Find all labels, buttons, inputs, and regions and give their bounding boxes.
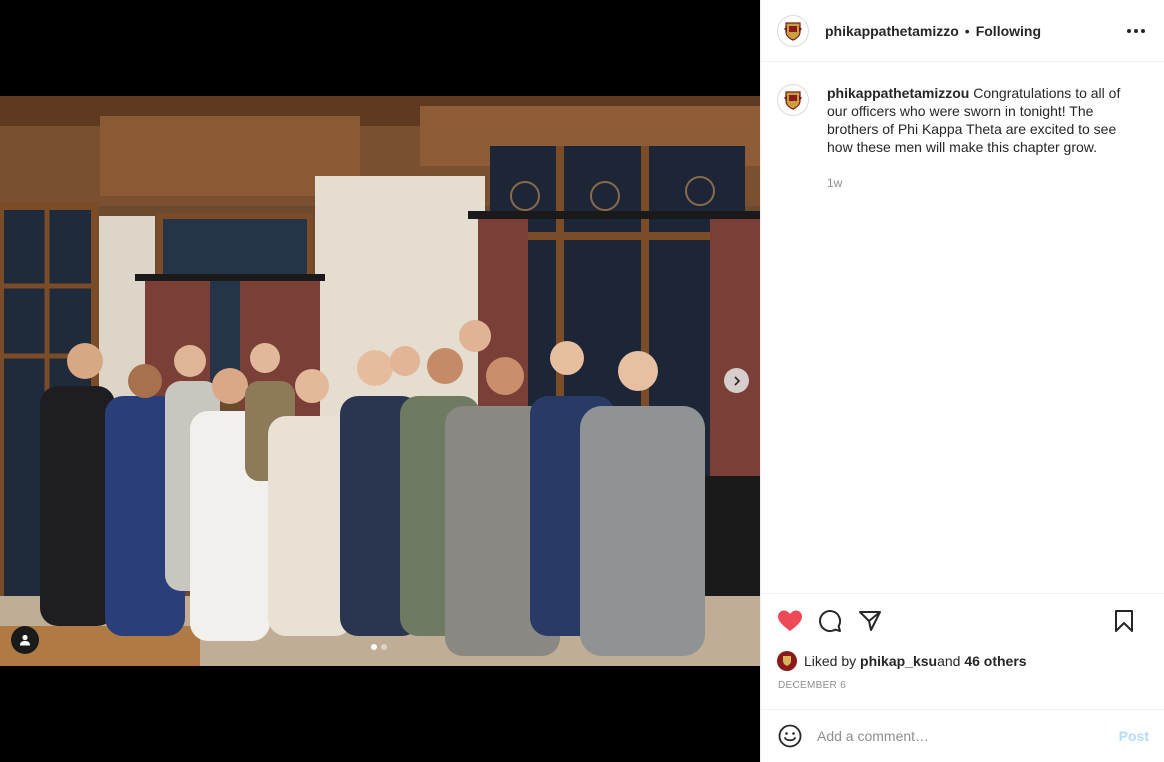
post-detail-panel: phikappathetamizzo • Following phikappat… (760, 0, 1164, 762)
emoji-button[interactable] (777, 723, 803, 749)
caption-author-username[interactable]: phikappathetamizzou (827, 85, 969, 101)
heart-icon (778, 610, 802, 631)
save-button[interactable] (1111, 608, 1137, 634)
comment-icon (819, 610, 842, 633)
crest-logo-icon (784, 91, 802, 110)
crest-logo-icon (783, 656, 791, 666)
comment-form: Post (761, 709, 1164, 762)
share-button[interactable] (857, 608, 883, 634)
bookmark-icon (1115, 610, 1133, 632)
header-separator: • (964, 22, 970, 39)
comment-input[interactable] (817, 728, 1111, 744)
carousel-dot-active (371, 644, 377, 650)
chevron-right-icon (733, 375, 740, 386)
liker-username[interactable]: phikap_ksu (860, 653, 937, 669)
author-username[interactable]: phikappathetamizzo (825, 23, 959, 39)
author-avatar[interactable] (777, 14, 809, 47)
liker-avatar[interactable] (777, 651, 797, 671)
post-photo[interactable] (0, 96, 760, 666)
user-tag-icon (20, 634, 30, 646)
post-actions-section: Liked by phikap_ksu and 46 others DECEMB… (761, 593, 1164, 695)
caption-body: phikappathetamizzou Congratulations to a… (827, 84, 1139, 192)
post-media (0, 0, 760, 762)
carousel-indicator (371, 644, 387, 650)
emoji-icon (778, 724, 802, 748)
post-comment-button[interactable]: Post (1119, 728, 1149, 744)
caption-author-avatar[interactable] (777, 84, 809, 116)
following-button[interactable]: Following (976, 23, 1041, 39)
post-caption: phikappathetamizzou Congratulations to a… (777, 84, 1149, 192)
more-icon-dot (1134, 29, 1138, 33)
more-icon (1127, 29, 1131, 33)
comment-button[interactable] (817, 608, 843, 634)
likes-others-link[interactable]: 46 others (964, 653, 1026, 669)
carousel-dot (381, 644, 387, 650)
likes-prefix: Liked by (804, 653, 857, 669)
like-button[interactable] (777, 608, 803, 634)
share-icon (859, 611, 881, 631)
caption-timestamp[interactable]: 1w (827, 174, 1139, 192)
post-header: phikappathetamizzo • Following (761, 0, 1164, 62)
crest-logo-icon (784, 21, 802, 41)
action-bar (761, 594, 1164, 648)
caption-text-block: phikappathetamizzou Congratulations to a… (827, 84, 1139, 156)
more-icon-dot (1141, 29, 1145, 33)
group-photo-image (0, 96, 760, 666)
carousel-next-button[interactable] (724, 368, 749, 393)
likes-summary: Liked by phikap_ksu and 46 others (761, 649, 1164, 673)
tagged-users-button[interactable] (11, 626, 39, 654)
more-options-button[interactable] (1124, 21, 1148, 41)
likes-middle: and (937, 653, 961, 669)
post-date[interactable]: DECEMBER 6 (761, 677, 1164, 695)
